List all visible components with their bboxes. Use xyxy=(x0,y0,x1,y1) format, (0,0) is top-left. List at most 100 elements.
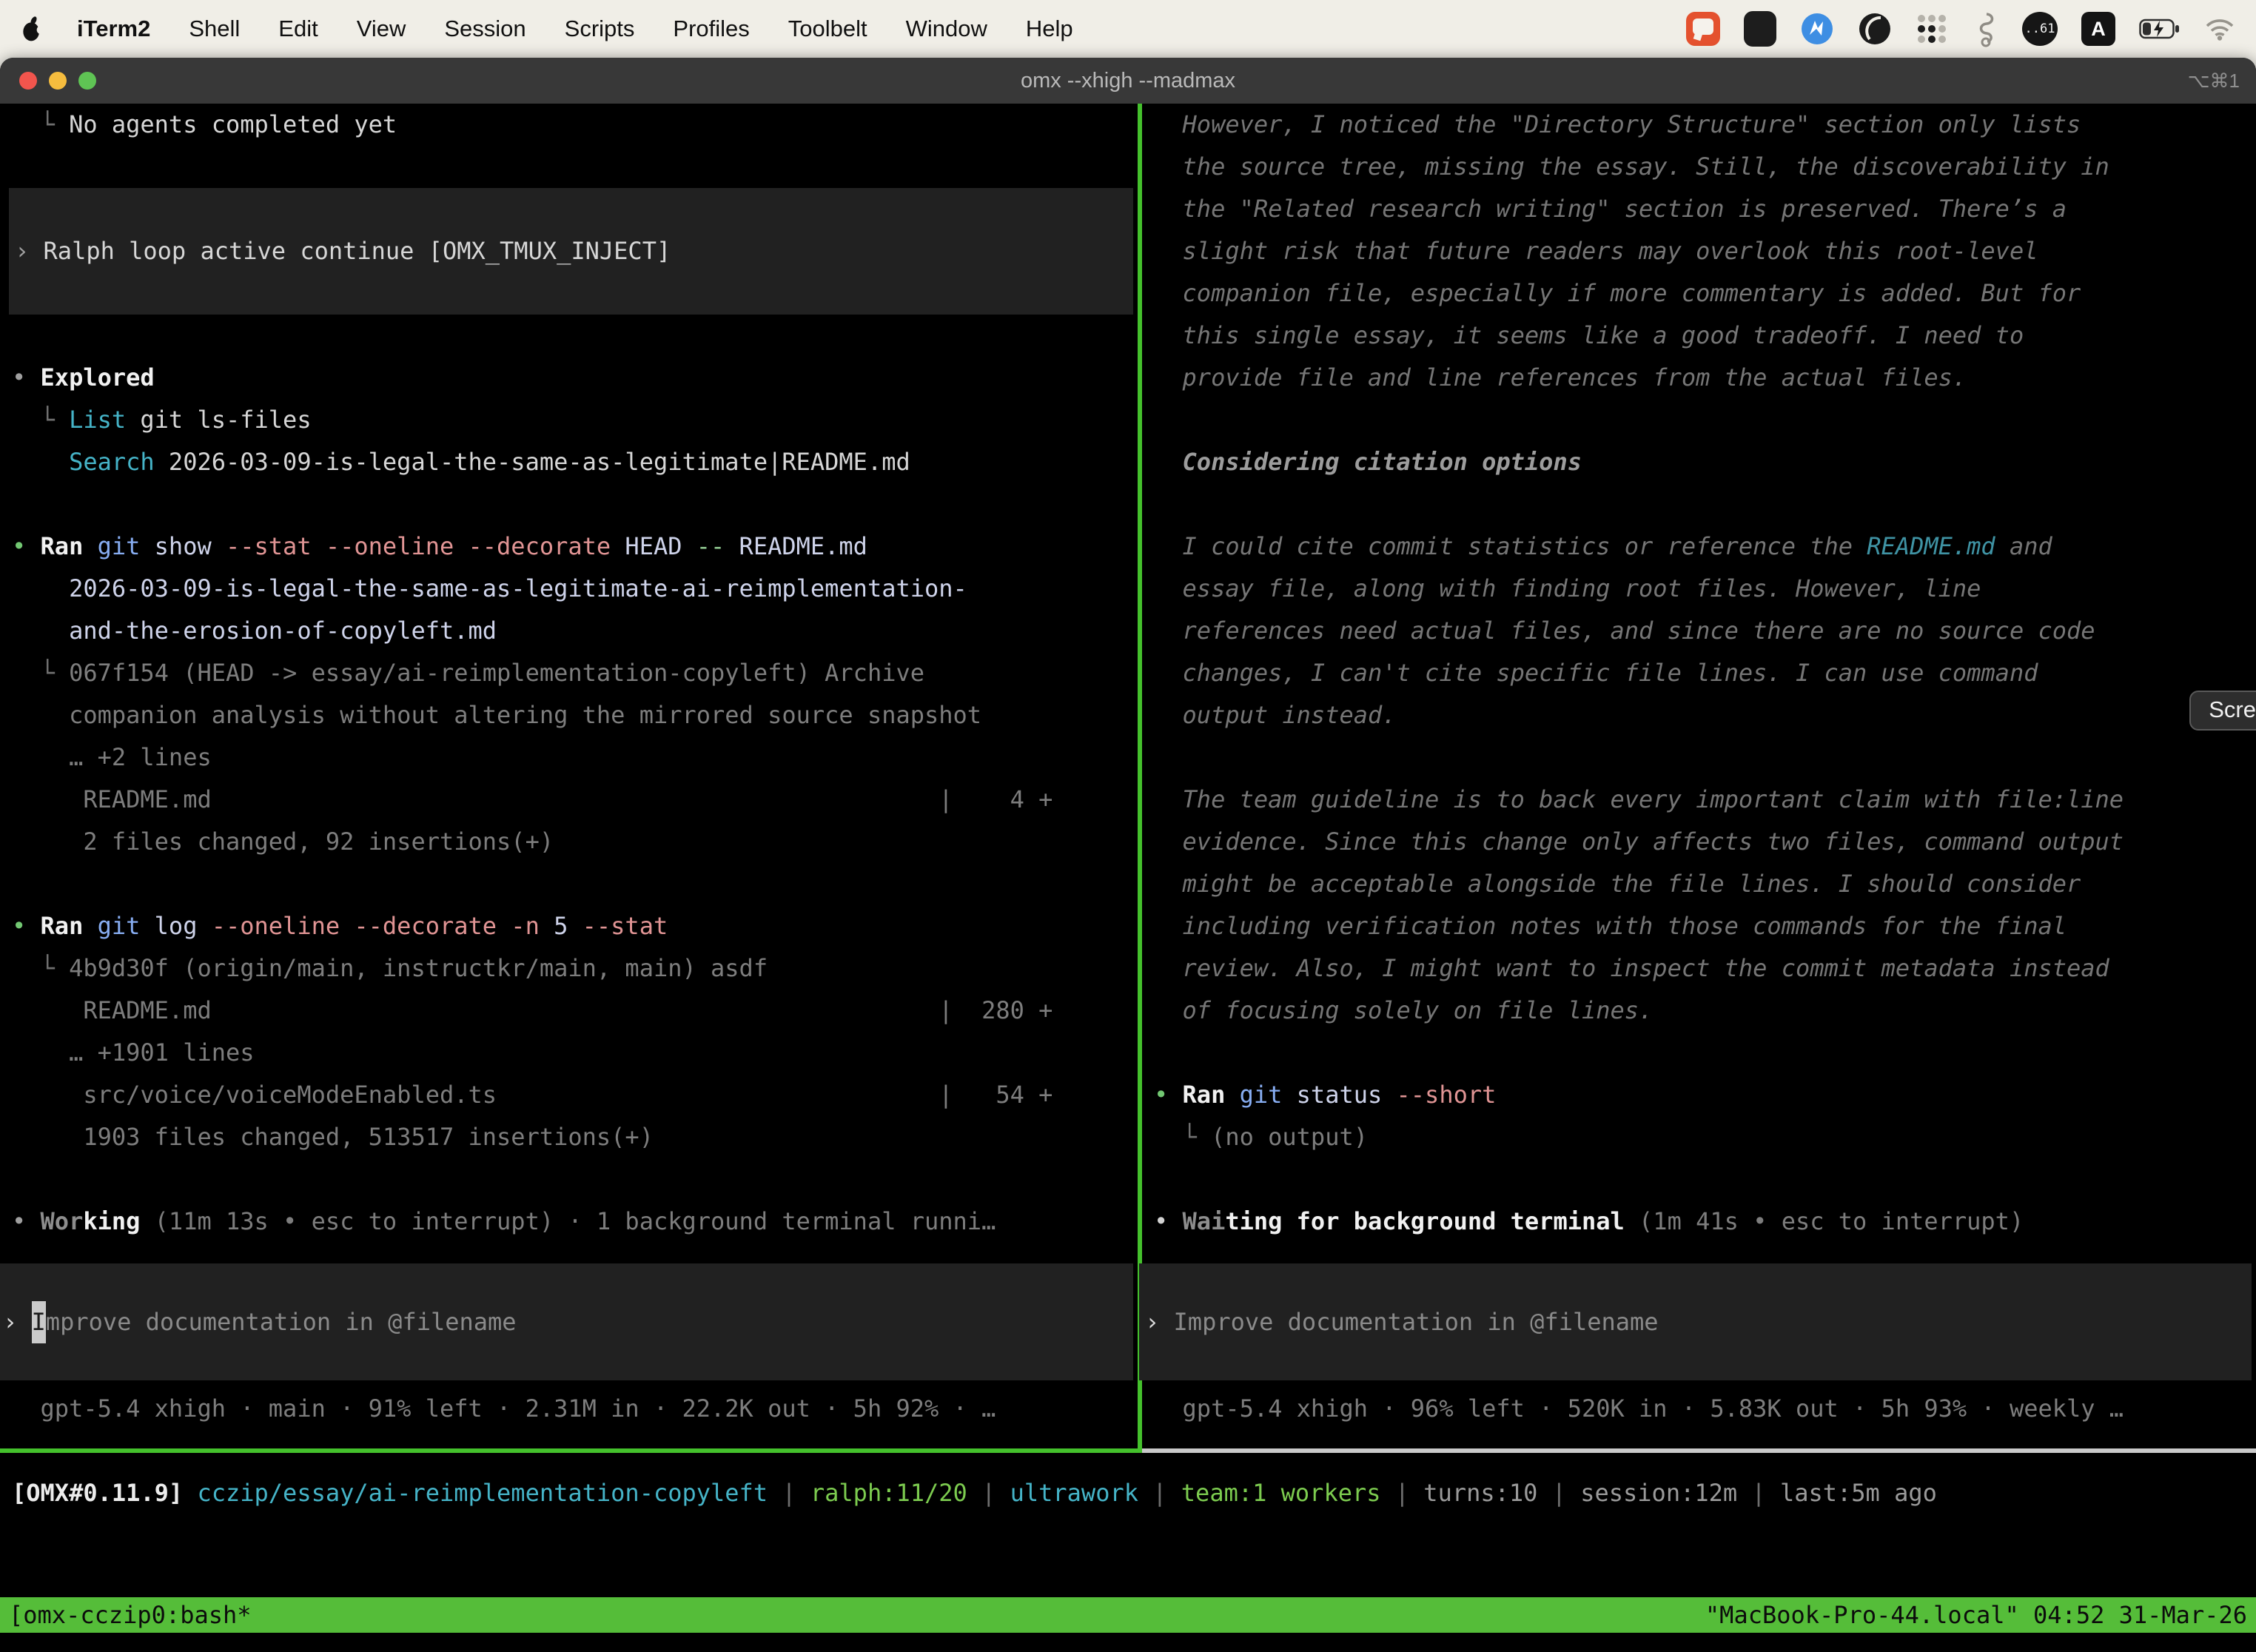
dots-grid-icon[interactable] xyxy=(1916,13,1948,45)
menu-view[interactable]: View xyxy=(357,16,406,42)
terminal-line: … +2 lines xyxy=(12,736,1138,779)
text-segment: README.md xyxy=(725,532,867,560)
text-segment: review. Also, I might want to inspect th… xyxy=(1154,954,2109,982)
close-window-button[interactable] xyxy=(19,72,37,90)
left-prompt-input[interactable]: › Improve documentation in @filename xyxy=(0,1263,1133,1380)
text-segment: └ xyxy=(12,659,69,687)
menu-window[interactable]: Window xyxy=(906,16,987,42)
text-segment: might be acceptable alongside the file l… xyxy=(1154,870,2081,898)
terminal-line: companion analysis without altering the … xyxy=(12,694,1138,736)
menu-toolbelt[interactable]: Toolbelt xyxy=(788,16,867,42)
text-segment: No agents completed yet xyxy=(69,110,397,138)
left-terminal-pane[interactable]: └ No agents completed yet › Ralph loop a… xyxy=(0,104,1142,1453)
terminal-line: └ No agents completed yet xyxy=(12,104,1138,146)
terminal-line xyxy=(1154,736,2256,779)
terminal-line xyxy=(1154,399,2256,441)
text-segment: 4b9d30f (origin/main, instructkr/main, m… xyxy=(69,954,768,982)
apple-menu-icon[interactable] xyxy=(21,16,43,43)
text-segment: • xyxy=(12,363,41,392)
zoom-window-button[interactable] xyxy=(78,72,96,90)
text-segment: git xyxy=(98,912,141,940)
text-segment: README.md xyxy=(1867,532,1995,560)
text-segment xyxy=(12,448,69,476)
terminal-line: └ List git ls-files xyxy=(12,399,1138,441)
grid-shield-icon[interactable] xyxy=(1744,11,1776,47)
text-segment: evidence. Since this change only affects… xyxy=(1154,827,2124,856)
text-segment: However, I noticed the "Directory Struct… xyxy=(1154,110,2081,138)
text-segment: king xyxy=(83,1207,140,1235)
terminal-line: • Working (11m 13s • esc to interrupt) ·… xyxy=(12,1201,1138,1243)
text-segment: └ xyxy=(12,954,69,982)
menu-help[interactable]: Help xyxy=(1026,16,1073,42)
right-pane-content: However, I noticed the "Directory Struct… xyxy=(1142,104,2256,1243)
iterm-window: omx --xhigh --madmax ⌥⌘1 └ No agents com… xyxy=(0,58,2256,1652)
messenger-badge-icon[interactable] xyxy=(1800,12,1834,46)
text-segment: --stat xyxy=(583,912,668,940)
timer-badge-icon[interactable]: ..61 xyxy=(2022,12,2058,46)
text-segment: companion file, especially if more comme… xyxy=(1154,279,2081,307)
menubar-status-icons: ..61 A xyxy=(1686,10,2235,47)
text-segment: (no output) xyxy=(1211,1123,1368,1151)
terminal-line: README.md | 280 + xyxy=(12,990,1138,1032)
text-segment: Ran xyxy=(41,532,84,560)
text-segment: ralph:11/20 xyxy=(810,1479,967,1507)
terminal-line: this single essay, it seems like a good … xyxy=(1154,315,2256,357)
text-segment: HEAD xyxy=(611,532,696,560)
terminal-line: 2 files changed, 92 insertions(+) xyxy=(12,821,1138,863)
minimize-window-button[interactable] xyxy=(49,72,67,90)
chat-app-icon[interactable] xyxy=(1686,12,1720,46)
text-segment: … +2 lines xyxy=(12,743,212,771)
terminal-line xyxy=(12,1158,1138,1201)
text-segment: 2026-03-09-is-legal-the-same-as-legitima… xyxy=(12,574,967,602)
menu-shell[interactable]: Shell xyxy=(189,16,240,42)
text-segment: ting for background terminal xyxy=(1225,1207,1624,1235)
menu-scripts[interactable]: Scripts xyxy=(565,16,635,42)
text-segment: companion analysis without altering the … xyxy=(12,701,981,729)
terminal-line: • Explored xyxy=(12,357,1138,399)
menu-session[interactable]: Session xyxy=(444,16,526,42)
terminal-line xyxy=(12,483,1138,526)
text-segment: git ls-files xyxy=(126,406,311,434)
terminal-line: Search 2026-03-09-is-legal-the-same-as-l… xyxy=(12,441,1138,483)
text-segment: slight risk that future readers may over… xyxy=(1154,237,2038,265)
text-segment: • xyxy=(12,532,41,560)
text-segment: team:1 workers xyxy=(1181,1479,1381,1507)
window-titlebar[interactable]: omx --xhigh --madmax ⌥⌘1 xyxy=(0,58,2256,104)
terminal-line: the source tree, missing the essay. Stil… xyxy=(1154,146,2256,188)
menu-iterm2[interactable]: iTerm2 xyxy=(77,16,150,42)
tmux-status-bar: [omx-cczip0:bash* "MacBook-Pro-44.local"… xyxy=(0,1597,2256,1633)
hook-icon[interactable] xyxy=(1972,10,1998,47)
text-segment: (1m 41s • esc to interrupt) xyxy=(1625,1207,2024,1235)
terminal-line: references need actual files, and since … xyxy=(1154,610,2256,652)
menu-profiles[interactable]: Profiles xyxy=(673,16,749,42)
text-segment: Ran xyxy=(1183,1081,1226,1109)
text-segment: status xyxy=(1282,1081,1396,1109)
terminal-line: 2026-03-09-is-legal-the-same-as-legitima… xyxy=(12,568,1138,610)
terminal-line: • Ran git status --short xyxy=(1154,1074,2256,1116)
text-segment: | xyxy=(1381,1479,1424,1507)
text-segment: log xyxy=(140,912,211,940)
text-segment: of focusing solely on file lines. xyxy=(1154,996,1653,1024)
menubar-menus: iTerm2 Shell Edit View Session Scripts Profile… xyxy=(77,16,1073,42)
terminal-line: • Ran git log --oneline --decorate -n 5 … xyxy=(12,905,1138,947)
dark-disc-icon[interactable] xyxy=(1858,12,1892,46)
wifi-icon[interactable] xyxy=(2204,17,2235,41)
macos-menubar: iTerm2 Shell Edit View Session Scripts Profile… xyxy=(0,0,2256,58)
tmux-session-label: [omx-cczip0:bash* xyxy=(9,1594,252,1636)
terminal-line: essay file, along with finding root file… xyxy=(1154,568,2256,610)
right-prompt-input[interactable]: › Improve documentation in @filename xyxy=(1139,1263,2252,1380)
right-terminal-pane[interactable]: However, I noticed the "Directory Struct… xyxy=(1142,104,2256,1453)
menu-edit[interactable]: Edit xyxy=(278,16,318,42)
text-segment: 067f154 (HEAD -> essay/ai-reimplementati… xyxy=(69,659,924,687)
input-source-icon[interactable]: A xyxy=(2081,12,2115,46)
battery-icon[interactable] xyxy=(2139,17,2181,41)
terminal-line: review. Also, I might want to inspect th… xyxy=(1154,947,2256,990)
text-segment: Search xyxy=(69,448,155,476)
text-segment: cczip/essay/ai-reimplementation-copyleft xyxy=(197,1479,768,1507)
terminal-line: However, I noticed the "Directory Struct… xyxy=(1154,104,2256,146)
terminal-line: • Ran git show --stat --oneline --decora… xyxy=(12,526,1138,568)
window-controls xyxy=(19,72,96,90)
text-segment: the "Related research writing" section i… xyxy=(1154,195,2067,223)
terminal-line xyxy=(12,863,1138,905)
text-segment: README.md | 280 + xyxy=(12,996,1053,1024)
